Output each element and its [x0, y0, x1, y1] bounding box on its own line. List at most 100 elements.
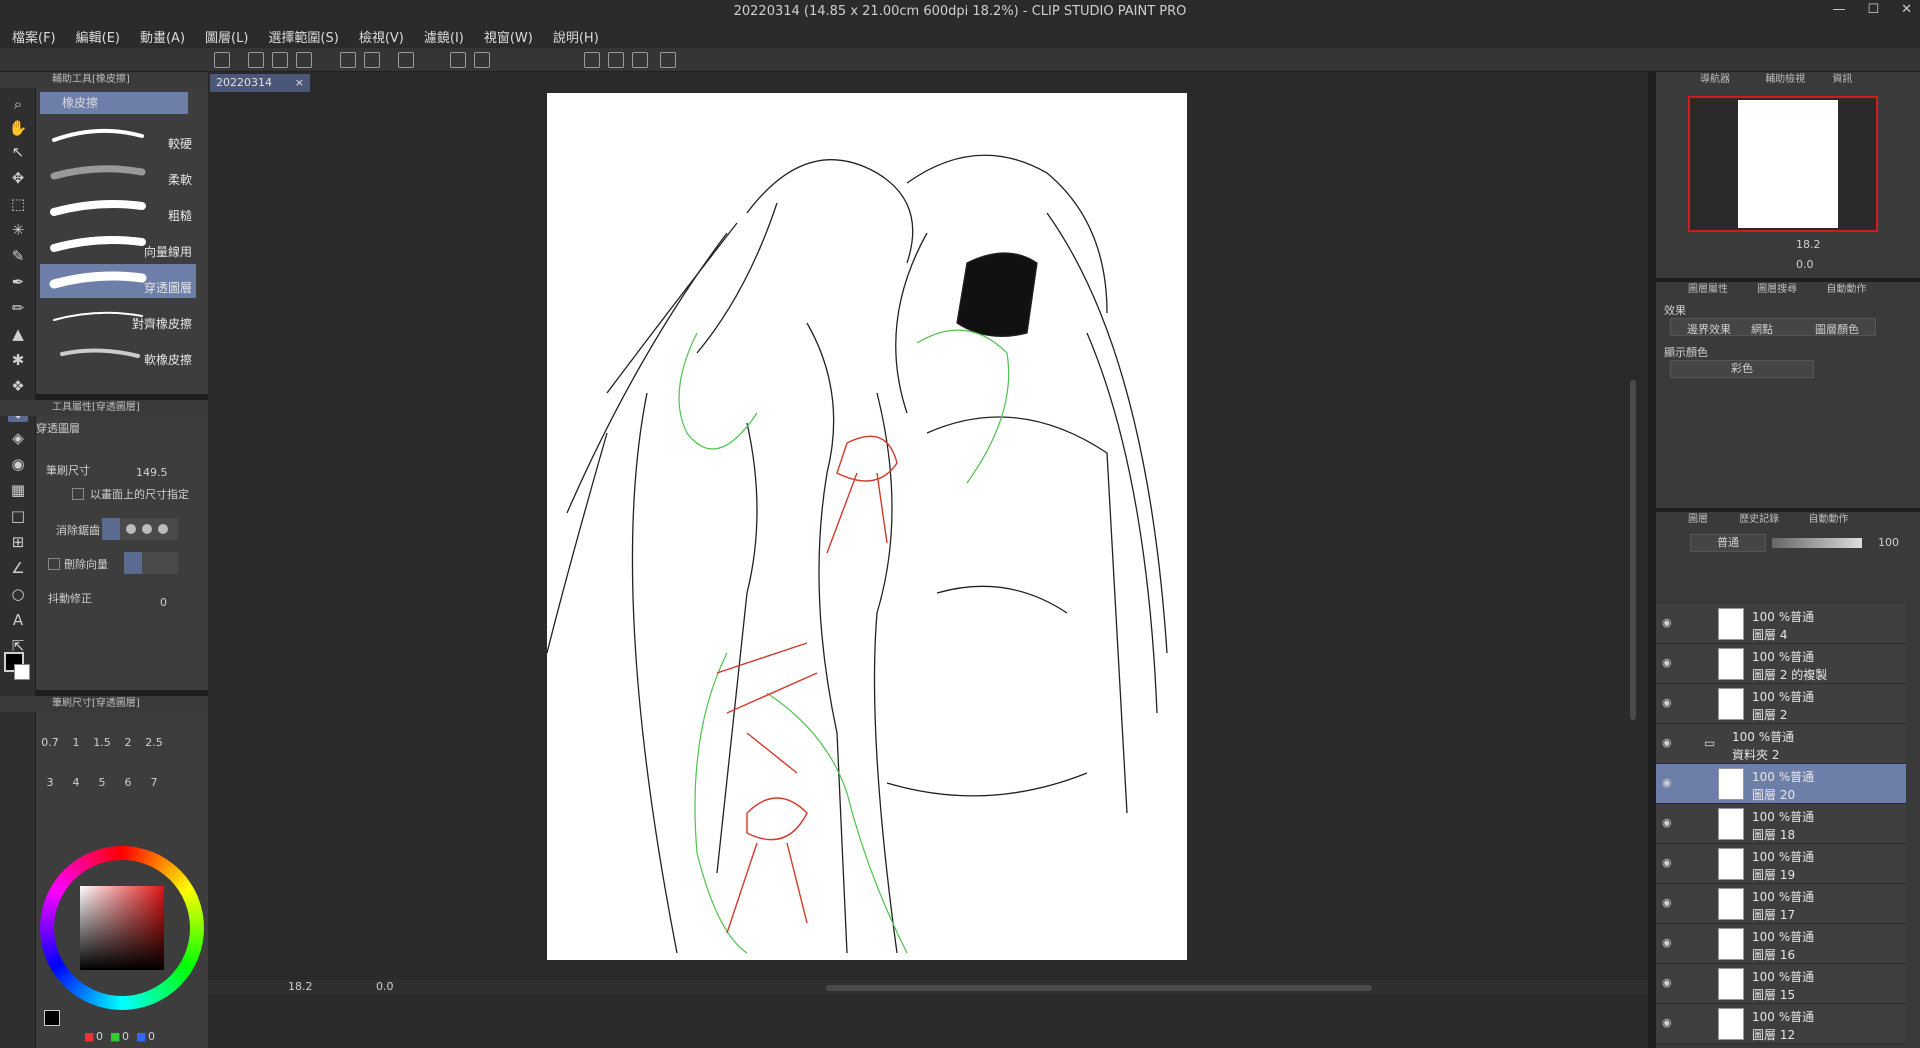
help-icon[interactable] [660, 52, 676, 68]
undo-icon[interactable] [340, 52, 356, 68]
eye-icon[interactable]: ◉ [1662, 896, 1676, 910]
eye-icon[interactable]: ◉ [1662, 696, 1676, 710]
canvas-paper[interactable] [546, 93, 1187, 960]
vertical-scrollbar[interactable] [1630, 380, 1636, 720]
size-preset[interactable]: 6 [118, 776, 138, 789]
eyedropper-icon[interactable]: ✎ [8, 246, 28, 266]
size-preset[interactable]: 1 [66, 736, 86, 749]
redo-icon[interactable] [364, 52, 380, 68]
menu-filter[interactable]: 濾鏡(I) [424, 27, 464, 46]
size-preset[interactable]: 2.5 [144, 736, 164, 749]
brush-item-rough[interactable]: 粗糙 [40, 192, 196, 226]
tab-sub-view[interactable]: 輔助檢視 [1765, 74, 1805, 85]
pencil-tool-icon[interactable]: ✏ [8, 298, 28, 318]
eye-icon[interactable]: ◉ [1662, 1016, 1676, 1030]
layer-row[interactable]: ◉ 100 %普通 圖層 2 [1656, 684, 1906, 724]
minimize-icon[interactable]: — [1832, 2, 1845, 17]
ruler-tool-icon[interactable]: ∠ [8, 558, 28, 578]
close-tab-icon[interactable]: × [295, 74, 304, 92]
selection-tool-icon[interactable]: ⬚ [8, 194, 28, 214]
menu-animation[interactable]: 動畫(A) [140, 27, 185, 46]
menu-layer[interactable]: 圖層(L) [205, 27, 248, 46]
eye-icon[interactable]: ◉ [1662, 656, 1676, 670]
layer-row-selected[interactable]: ◉ 100 %普通 圖層 20 [1656, 764, 1906, 804]
special-ruler-snap-icon[interactable] [608, 52, 624, 68]
brush-item-hard[interactable]: 較硬 [40, 120, 196, 154]
tab-history[interactable]: 歷史記錄 [1739, 514, 1779, 525]
tab-navigator[interactable]: 導航器 [1700, 74, 1730, 85]
size-preset[interactable]: 4 [66, 776, 86, 789]
text-tool-icon[interactable]: A [8, 610, 28, 630]
clip-studio-icon[interactable] [214, 52, 230, 68]
folder-row[interactable]: ◉ ▭ 100 %普通 資料夾 2 [1656, 724, 1906, 764]
eye-icon[interactable]: ◉ [1662, 816, 1676, 830]
layer-row[interactable]: ◉ 100 %普通 圖層 15 [1656, 964, 1906, 1004]
layer-row[interactable]: ◉ 100 %普通 圖層 17 [1656, 884, 1906, 924]
tab-auto-action-2[interactable]: 自動動作 [1808, 514, 1848, 525]
eye-icon[interactable]: ◉ [1662, 976, 1676, 990]
effect-tone-button[interactable]: 網點 [1751, 321, 1773, 337]
tab-layer-property[interactable]: 圖層屬性 [1688, 284, 1728, 295]
figure-tool-icon[interactable]: □ [8, 506, 28, 526]
saturation-square[interactable] [80, 886, 164, 970]
decoration-tool-icon[interactable]: ❖ [8, 376, 28, 396]
pen-tool-icon[interactable]: ✒ [8, 272, 28, 292]
gradient-tool-icon[interactable]: ▦ [8, 480, 28, 500]
menu-help[interactable]: 說明(H) [553, 27, 599, 46]
menu-window[interactable]: 視窗(W) [484, 27, 533, 46]
layer-row[interactable]: ◉ 100 %普通 圖層 18 [1656, 804, 1906, 844]
operation-tool-icon[interactable]: ↖ [8, 142, 28, 162]
maximize-icon[interactable]: ☐ [1867, 2, 1879, 17]
sub-color-swatch[interactable] [14, 664, 30, 680]
save-icon[interactable] [296, 52, 312, 68]
document-tab[interactable]: 20220314 × [210, 74, 310, 92]
navigator-zoom-value[interactable]: 18.2 [1796, 238, 1821, 251]
tab-layer-search[interactable]: 圖層搜尋 [1757, 284, 1797, 295]
subtool-group-tab[interactable]: 橡皮擦 [40, 92, 188, 114]
brush-item-vector[interactable]: 向量線用 [40, 228, 196, 262]
blend-tool-icon[interactable]: ◈ [8, 428, 28, 448]
layer-row[interactable]: ◉ 100 %普通 圖層 4 [1656, 604, 1906, 644]
airbrush-tool-icon[interactable]: ✱ [8, 350, 28, 370]
tab-info[interactable]: 資訊 [1832, 74, 1852, 85]
zoom-value[interactable]: 18.2 [288, 980, 313, 993]
layer-row[interactable]: ◉ 100 %普通 圖層 2 的複製 [1656, 644, 1906, 684]
hand-tool-icon[interactable]: ✋ [8, 118, 28, 138]
antialias-selector[interactable] [102, 518, 178, 540]
new-file-icon[interactable] [248, 52, 264, 68]
transform-icon[interactable] [474, 52, 490, 68]
stabilization-value[interactable]: 0 [160, 596, 167, 609]
menu-file[interactable]: 檔案(F) [12, 27, 56, 46]
brush-item-through-layer[interactable]: 穿透圖層 [40, 264, 196, 298]
effect-border-button[interactable]: 邊界效果 [1687, 321, 1731, 337]
opacity-slider[interactable] [1772, 538, 1862, 548]
blend-mode-select[interactable]: 普通 [1690, 534, 1766, 552]
layer-row[interactable]: ◉ 100 %普通 圖層 19 [1656, 844, 1906, 884]
brush-size-value[interactable]: 149.5 [136, 466, 168, 479]
brush-item-soft-eraser[interactable]: 軟橡皮擦 [40, 336, 196, 370]
loading-icon[interactable] [398, 52, 414, 68]
size-preset[interactable]: 7 [144, 776, 164, 789]
balloon-tool-icon[interactable]: ○ [8, 584, 28, 604]
zoom-tool-icon[interactable]: ⌕ [8, 94, 28, 114]
effect-layer-color-button[interactable]: 圖層顏色 [1815, 321, 1859, 337]
display-color-select[interactable]: 彩色 [1670, 360, 1814, 378]
size-preset[interactable]: 1.5 [92, 736, 112, 749]
eye-icon[interactable]: ◉ [1662, 736, 1676, 750]
eye-icon[interactable]: ◉ [1662, 616, 1676, 630]
eye-icon[interactable]: ◉ [1662, 776, 1676, 790]
ruler-snap-icon[interactable] [584, 52, 600, 68]
brush-item-soft[interactable]: 柔軟 [40, 156, 196, 190]
brush-tool-icon[interactable]: ▲ [8, 324, 28, 344]
layer-row[interactable]: ◉ 100 %普通 圖層 16 [1656, 924, 1906, 964]
frame-tool-icon[interactable]: ⊞ [8, 532, 28, 552]
size-preset[interactable]: 3 [40, 776, 60, 789]
size-preset[interactable]: 5 [92, 776, 112, 789]
delete-vector-checkbox[interactable] [48, 558, 60, 570]
fill-icon[interactable] [450, 52, 466, 68]
menu-view[interactable]: 檢視(V) [359, 27, 404, 46]
tab-auto-action[interactable]: 自動動作 [1826, 284, 1866, 295]
open-file-icon[interactable] [272, 52, 288, 68]
fill-tool-icon[interactable]: ◉ [8, 454, 28, 474]
opacity-value[interactable]: 100 [1878, 536, 1899, 549]
